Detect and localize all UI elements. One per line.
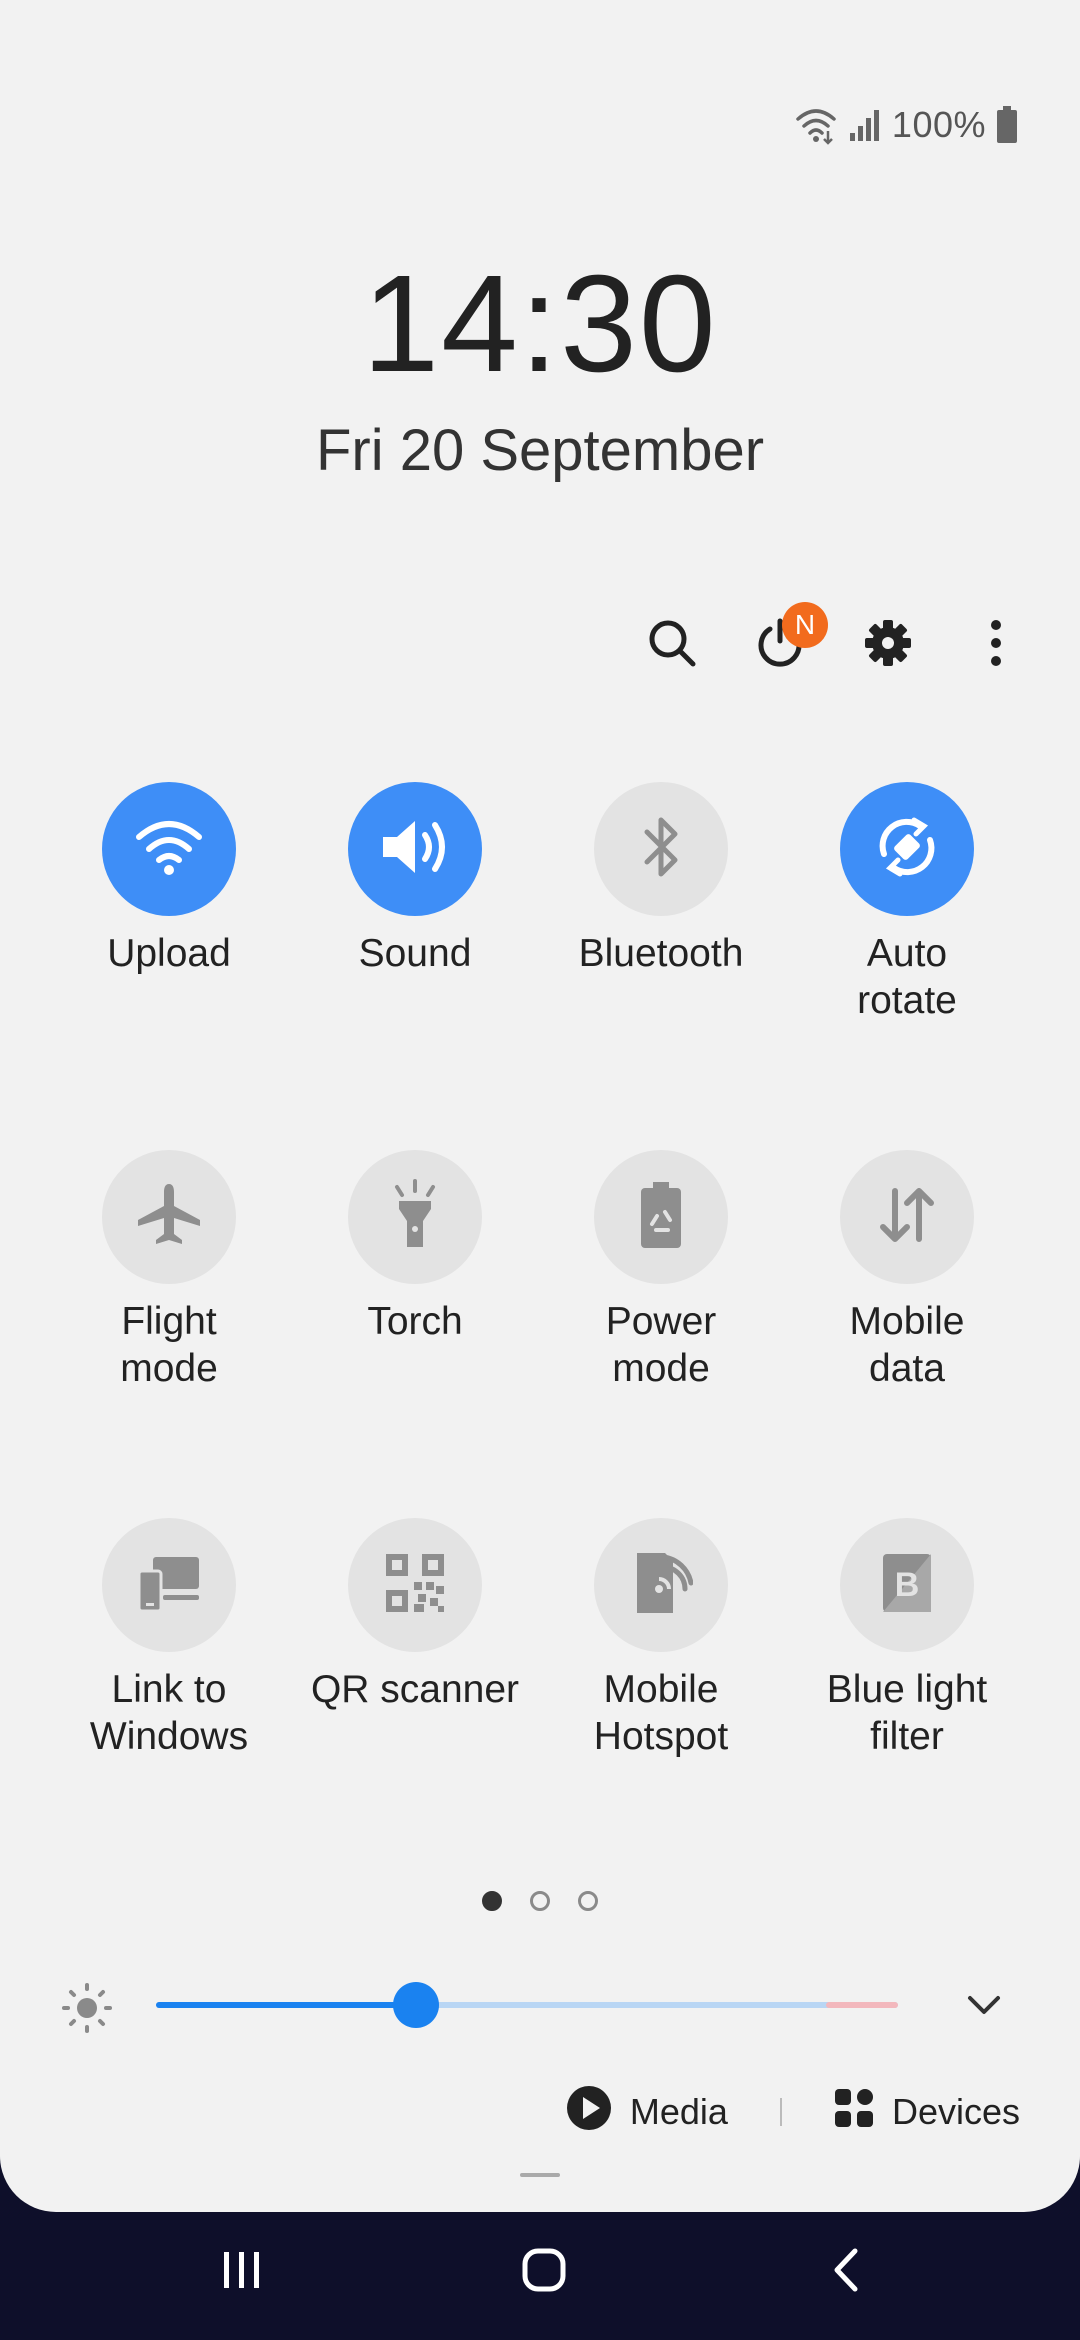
page-dot[interactable] (578, 1891, 598, 1911)
clock-date: Fri 20 September (315, 418, 765, 483)
recents-button[interactable] (182, 2232, 302, 2312)
devices-icon (834, 2088, 874, 2137)
devices-label: Devices (891, 2091, 1020, 2132)
tile-sound-label: Sound (358, 932, 472, 975)
tile-mobile-data-button[interactable] (840, 1150, 974, 1284)
qr-icon (384, 1552, 446, 1619)
tile-power-mode[interactable]: Power mode (538, 1150, 784, 1392)
home-button[interactable] (484, 2232, 604, 2312)
tile-mobile-hotspot-button[interactable] (594, 1518, 728, 1652)
tile-upload-button[interactable] (102, 782, 236, 916)
tile-qr-scanner[interactable]: QR scanner (292, 1518, 538, 1713)
tile-link-to-windows[interactable]: Link to Windows (46, 1518, 292, 1760)
tile-torch-button[interactable] (348, 1150, 482, 1284)
back-button[interactable] (786, 2232, 906, 2312)
devices-button[interactable]: Devices (834, 2088, 1020, 2137)
panel-toolbar: N (618, 602, 1050, 680)
tile-sound[interactable]: Sound (292, 782, 538, 977)
tile-mobile-hotspot[interactable]: Mobile Hotspot (538, 1518, 784, 1760)
hotspot-icon (629, 1549, 694, 1622)
tile-qr-scanner-button[interactable] (348, 1518, 482, 1652)
airplane-icon (134, 1180, 204, 1255)
rotate-icon (872, 812, 942, 887)
tile-link-to-windows-button[interactable] (102, 1518, 236, 1652)
tile-auto-rotate[interactable]: Auto rotate (784, 782, 1030, 1024)
tile-power-mode-label: Power mode (605, 1300, 717, 1390)
media-button[interactable]: Media (566, 2085, 728, 2140)
brightness-icon (62, 1983, 112, 2038)
tile-bluetooth[interactable]: Bluetooth (538, 782, 784, 977)
battery-recycle-icon (638, 1180, 684, 1255)
search-button[interactable] (618, 610, 726, 680)
brightness-slider-fill (156, 2002, 416, 2008)
tile-power-mode-button[interactable] (594, 1150, 728, 1284)
quick-panel: 100% 14:30 Fri 20 September N Upload Sou… (0, 0, 1080, 2212)
page-indicator (0, 1891, 1080, 1911)
tile-blue-light-filter[interactable]: B Blue light filter (784, 1518, 1030, 1760)
wifi-icon (794, 105, 838, 145)
tile-flight-mode-button[interactable] (102, 1150, 236, 1284)
tile-mobile-hotspot-label: Mobile Hotspot (593, 1668, 729, 1758)
tile-sound-button[interactable] (348, 782, 482, 916)
tile-upload-label: Upload (107, 932, 231, 975)
power-button[interactable]: N (726, 602, 834, 680)
data-arrows-icon (875, 1185, 939, 1250)
more-options-button[interactable] (942, 610, 1050, 680)
settings-button[interactable] (834, 610, 942, 680)
media-devices-row: Media Devices (566, 2082, 1020, 2142)
blue-light-icon: B (881, 1552, 933, 1619)
recents-icon (220, 2250, 264, 2295)
battery-percent: 100% (891, 104, 986, 145)
brightness-control (0, 1975, 1080, 2035)
speaker-icon (379, 817, 451, 882)
battery-icon (996, 106, 1018, 144)
tile-mobile-data-label: Mobile data (849, 1300, 965, 1390)
navigation-bar (0, 2212, 1080, 2340)
tile-bluetooth-button[interactable] (594, 782, 728, 916)
expand-chevron-icon[interactable] (966, 1987, 1002, 2028)
tile-link-to-windows-label: Link to Windows (89, 1668, 249, 1758)
tile-torch-label: Torch (367, 1300, 463, 1343)
brightness-slider-thumb[interactable] (393, 1982, 439, 2028)
media-label: Media (629, 2091, 728, 2132)
tile-mobile-data[interactable]: Mobile data (784, 1150, 1030, 1392)
panel-drag-handle[interactable] (520, 2173, 560, 2177)
play-icon (566, 2085, 612, 2140)
svg-text:B: B (895, 1566, 920, 1604)
page-dot[interactable] (530, 1891, 550, 1911)
status-bar: 100% (794, 100, 1018, 150)
clock-time: 14:30 (362, 247, 718, 401)
tile-qr-scanner-label: QR scanner (310, 1668, 520, 1711)
page-dot[interactable] (482, 1891, 502, 1911)
gear-icon (863, 618, 913, 673)
tile-blue-light-filter-label: Blue light filter (826, 1668, 988, 1758)
link-windows-icon (135, 1553, 203, 1618)
tile-auto-rotate-button[interactable] (840, 782, 974, 916)
home-icon (521, 2247, 567, 2298)
back-icon (831, 2247, 861, 2298)
divider (779, 2098, 782, 2126)
more-icon (989, 619, 1003, 672)
search-icon (646, 617, 698, 674)
tile-torch[interactable]: Torch (292, 1150, 538, 1345)
tile-blue-light-filter-button[interactable]: B (840, 1518, 974, 1652)
tile-auto-rotate-label: Auto rotate (857, 932, 957, 1022)
wifi-icon (134, 817, 204, 882)
bluetooth-icon (641, 814, 681, 885)
tile-flight-mode[interactable]: Flight mode (46, 1150, 292, 1392)
tile-flight-mode-label: Flight mode (120, 1300, 218, 1390)
tile-upload[interactable]: Upload (46, 782, 292, 977)
brightness-high-zone (826, 2002, 898, 2008)
notification-badge: N (782, 602, 828, 648)
signal-icon (848, 107, 882, 143)
tile-bluetooth-label: Bluetooth (578, 932, 744, 975)
torch-icon (385, 1178, 445, 1256)
